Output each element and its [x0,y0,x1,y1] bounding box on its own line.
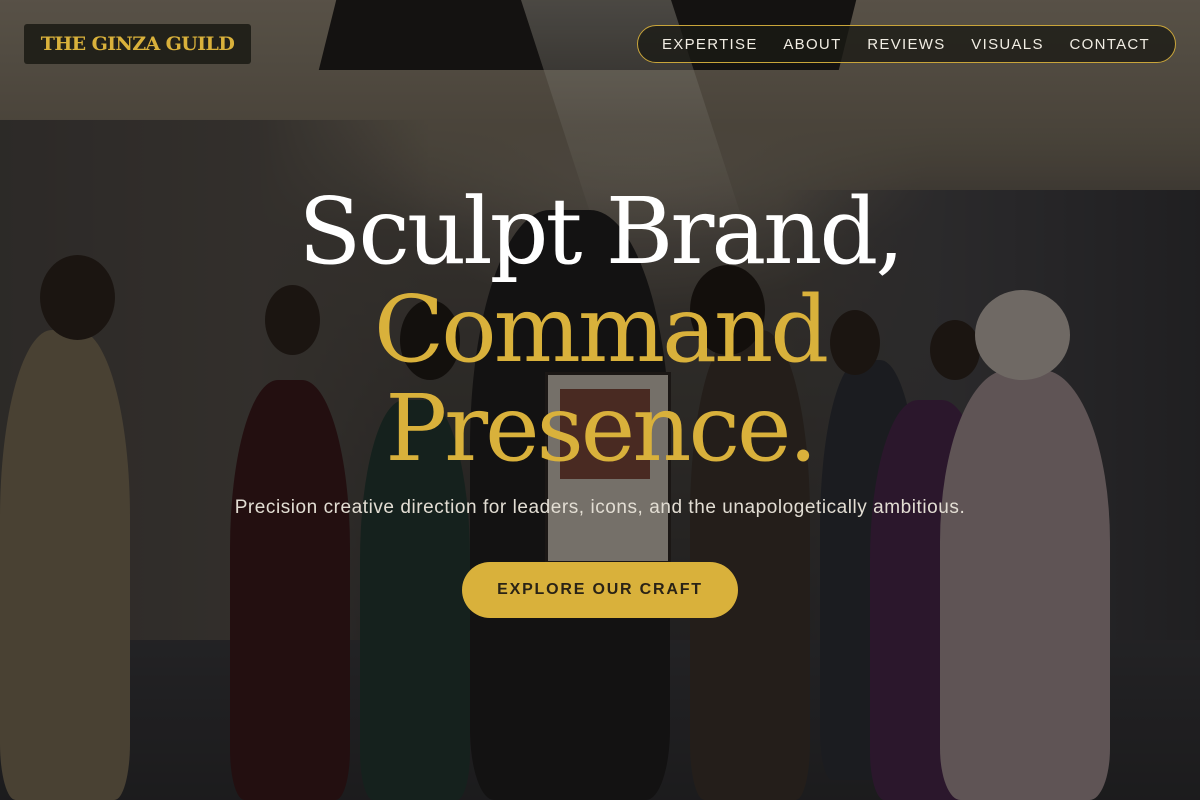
hero-headline-line-2: Command [373,276,829,383]
hero-subtitle: Precision creative direction for leaders… [234,497,966,518]
hero-section: Sculpt Brand, Command Presence. Precisio… [0,0,1200,800]
landing-page: THE GINZA GUILD EXPERTISE ABOUT REVIEWS … [0,0,1200,800]
hero-headline-line-1: Sculpt Brand, [298,178,904,285]
explore-craft-button[interactable]: EXPLORE OUR CRAFT [462,562,738,618]
hero-headline-line-3: Presence. [385,375,817,482]
